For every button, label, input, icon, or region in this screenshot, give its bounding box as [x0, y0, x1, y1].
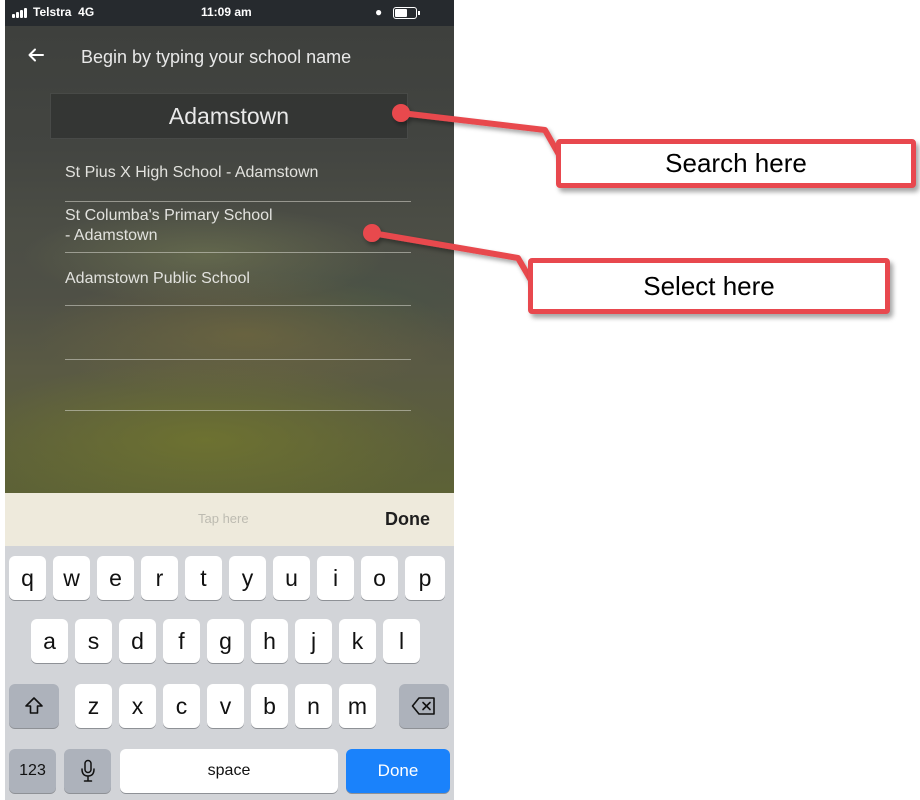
search-here-callout: Search here	[556, 139, 916, 188]
select-callout-arrow	[363, 224, 535, 284]
callout-arrows	[363, 104, 565, 284]
search-callout-arrow	[392, 104, 565, 162]
select-here-callout: Select here	[528, 258, 890, 314]
